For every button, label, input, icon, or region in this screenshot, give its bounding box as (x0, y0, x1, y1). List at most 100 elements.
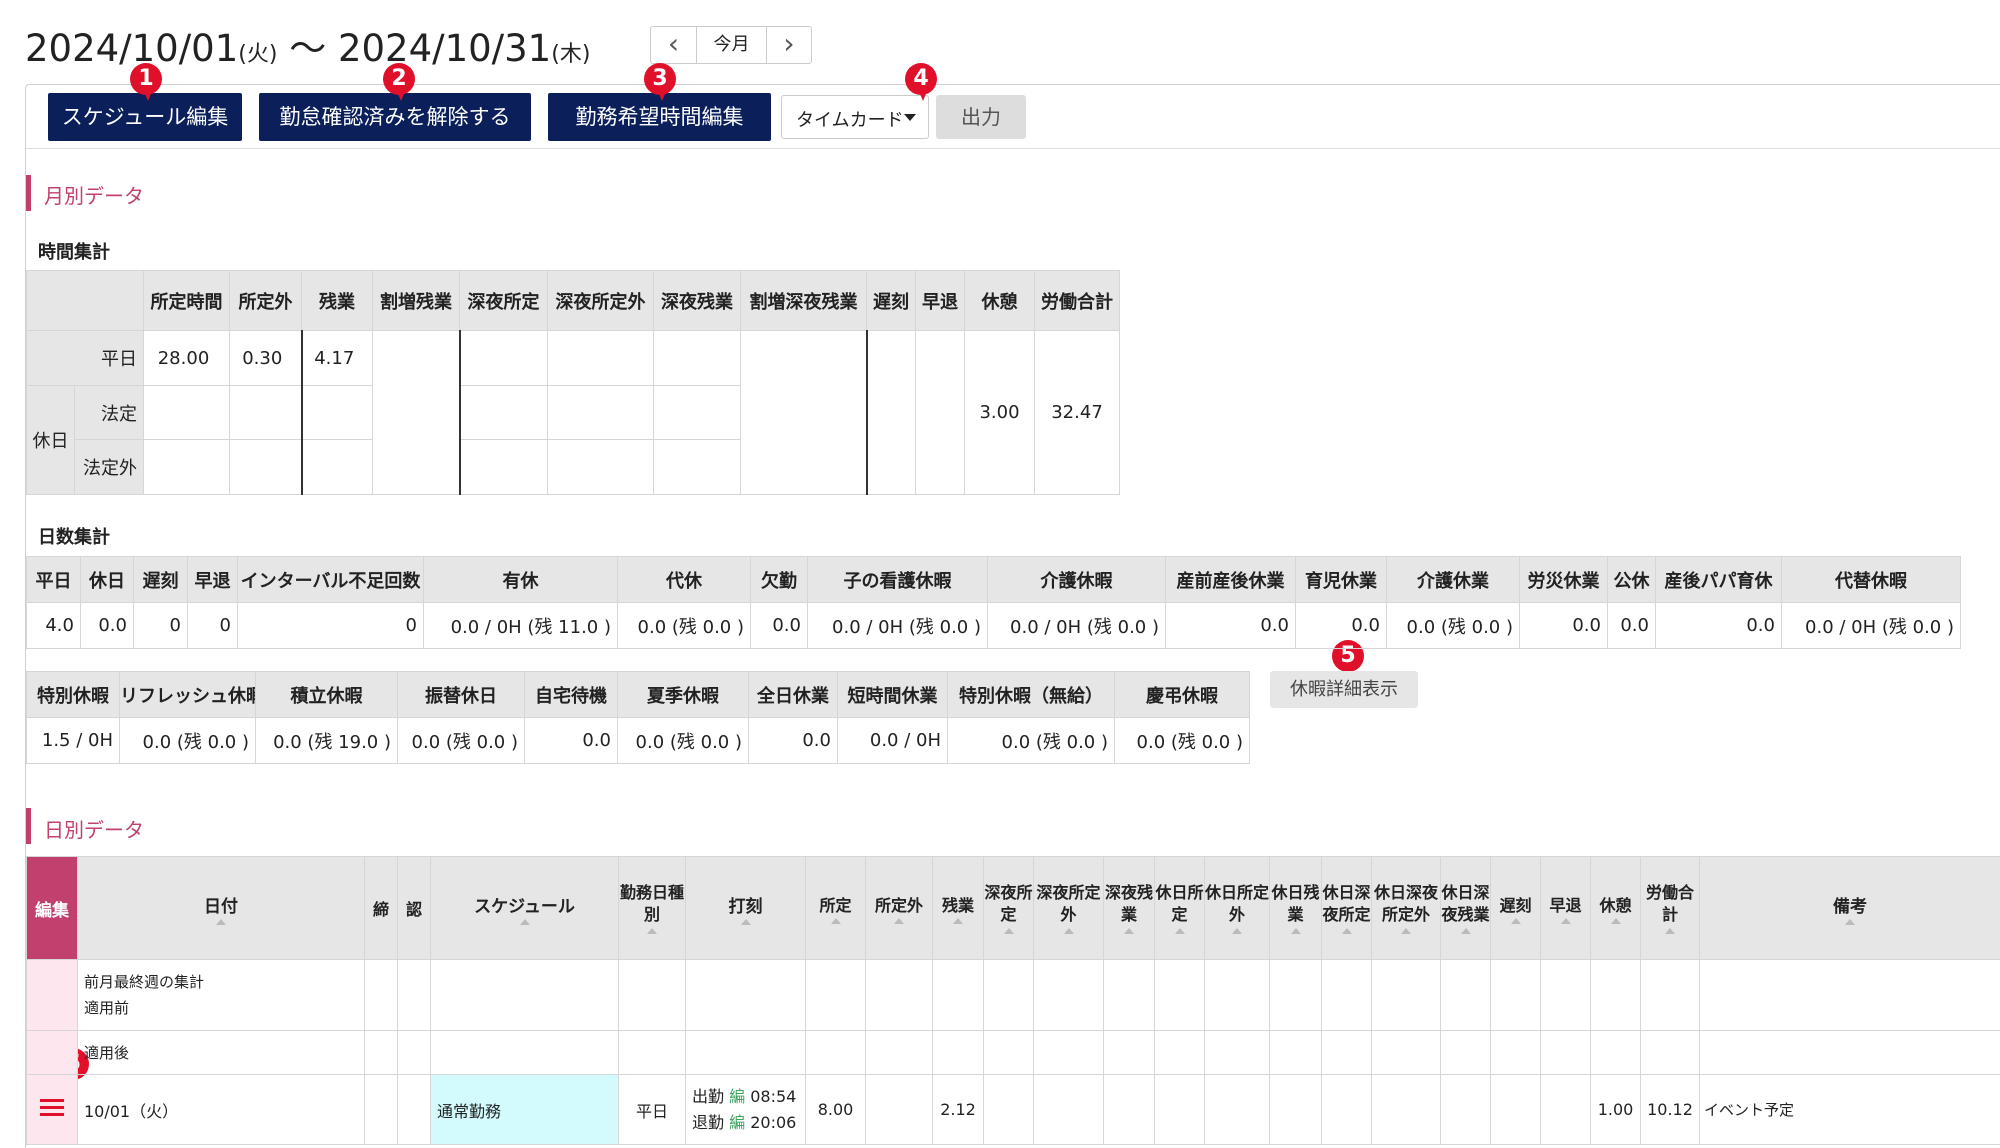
days-summary-table-2: 特別休暇 リフレッシュ休暇 積立休暇 振替休日 自宅待機 夏季休暇 全日休業 短… (26, 671, 1250, 764)
empty-cell (1640, 1030, 1700, 1075)
empty-cell (805, 1030, 866, 1075)
next-month-button[interactable]: › (767, 27, 811, 63)
days-header-sanzen: 産前産後休業 (1165, 556, 1296, 603)
toolbar-divider (26, 148, 2000, 149)
monthly-section-bar (26, 175, 31, 211)
daily-header-shotei[interactable]: 所定 (805, 856, 866, 960)
days-value-kango: 0.0 / 0H (残 0.0 ) (807, 602, 988, 649)
daily-header-kyujitsu-shinya-shotei[interactable]: 休日深夜所定 (1321, 856, 1372, 960)
days-value-soutai: 0 (187, 602, 238, 649)
empty-cell (1321, 959, 1372, 1031)
sort-icon (620, 928, 685, 934)
sort-icon (687, 919, 805, 925)
empty-cell (1269, 959, 1322, 1031)
sort-icon (1492, 918, 1540, 924)
empty-cell (1371, 1074, 1441, 1145)
release-confirmation-button[interactable]: 勤怠確認済みを解除する (259, 93, 531, 141)
days-header-ikuji: 育児休業 (1295, 556, 1387, 603)
daily-header-kyukei[interactable]: 休憩 (1590, 856, 1641, 960)
row-schedule[interactable]: 通常勤務 (430, 1074, 619, 1145)
callout-badge-4: 4 (905, 63, 937, 101)
daily-header-shinya-shoteigai-label: 深夜所定外 (1036, 883, 1101, 924)
daily-header-kyujitsu-zangyo[interactable]: 休日残業 (1269, 856, 1322, 960)
daily-header-shinya-shotei[interactable]: 深夜所定 (983, 856, 1034, 960)
time-header-shinya-shoteigai: 深夜所定外 (547, 270, 654, 331)
empty-cell (1154, 959, 1205, 1031)
days-value-weekday: 4.0 (26, 602, 81, 649)
current-month-button[interactable]: 今月 (697, 27, 767, 63)
legal-shoteigai (229, 385, 303, 440)
empty-cell (364, 959, 398, 1031)
daily-header-shoteigai[interactable]: 所定外 (865, 856, 933, 960)
empty-cell (1440, 959, 1491, 1031)
days-header-kaigo-kyuka: 介護休暇 (987, 556, 1166, 603)
days-value-kaigo-kyuka: 0.0 / 0H (残 0.0 ) (987, 602, 1166, 649)
weekday-shoteigai: 0.30 (229, 330, 303, 386)
empty-cell (1103, 1074, 1155, 1145)
empty-cell (1154, 1074, 1205, 1145)
daily-header-total[interactable]: 労働合計 (1640, 856, 1700, 960)
days2-value-zenjitsu: 0.0 (748, 717, 838, 764)
weekday-shinya-shotei (459, 330, 548, 386)
daily-header-kyujitsu-shoteigai[interactable]: 休日所定外 (1204, 856, 1270, 960)
days2-value-tokubetsu: 1.5 / 0H (26, 717, 120, 764)
leave-detail-button[interactable]: 休暇詳細表示 (1270, 671, 1418, 708)
daily-header-kyujitsu-shinya-zangyo-label: 休日深夜残業 (1441, 883, 1490, 924)
empty-cell (1490, 959, 1541, 1031)
row-menu-cell[interactable] (26, 1074, 78, 1145)
daily-header-kyujitsu-shinya-zangyo[interactable]: 休日深夜残業 (1440, 856, 1491, 960)
empty-cell (364, 1030, 398, 1075)
daily-header-stamp[interactable]: 打刻 (685, 856, 806, 960)
row-date: 10/01（火） (77, 1074, 365, 1145)
empty-cell (1321, 1030, 1372, 1075)
stamp-out-mark: 編 (729, 1112, 746, 1132)
row-label-weekday: 平日 (26, 330, 144, 386)
daily-header-schedule[interactable]: スケジュール (430, 856, 619, 960)
empty-cell (1204, 1074, 1270, 1145)
days2-header-refresh: リフレッシュ休暇 (119, 671, 256, 718)
days-value-yukyu: 0.0 / 0H (残 11.0 ) (423, 602, 618, 649)
output-type-select-value: タイムカード (796, 110, 904, 131)
daily-header-soutai[interactable]: 早退 (1540, 856, 1591, 960)
period-start-dow: (火) (238, 42, 278, 67)
empty-cell (932, 1030, 984, 1075)
output-button[interactable]: 出力 (936, 95, 1026, 139)
daily-header-zangyo[interactable]: 残業 (932, 856, 984, 960)
empty-cell (1154, 1030, 1205, 1075)
days-value-ikuji: 0.0 (1295, 602, 1387, 649)
time-header-chikoku: 遅刻 (866, 270, 916, 331)
prev-month-button[interactable]: ‹ (651, 27, 697, 63)
daily-header-shinya-shoteigai[interactable]: 深夜所定外 (1033, 856, 1104, 960)
row-approve (397, 1074, 431, 1145)
daily-header-daytype[interactable]: 勤務日種別 (618, 856, 686, 960)
hamburger-menu-icon[interactable] (40, 1095, 64, 1120)
daily-header-kyujitsu-shotei[interactable]: 休日所定 (1154, 856, 1205, 960)
daily-header-schedule-label: スケジュール (474, 896, 575, 917)
daily-section-bar (26, 808, 31, 844)
empty-cell (1540, 1074, 1591, 1145)
daily-header-chikoku[interactable]: 遅刻 (1490, 856, 1541, 960)
empty-cell (1033, 959, 1104, 1031)
row-stamp: 出勤 編 08:54 退勤 編 20:06 (685, 1074, 806, 1145)
days2-header-zenjitsu: 全日休業 (748, 671, 838, 718)
days2-value-tanjikan: 0.0 / 0H (837, 717, 948, 764)
empty-cell (1103, 959, 1155, 1031)
daily-header-kyujitsu-shoteigai-label: 休日所定外 (1205, 883, 1270, 924)
sort-icon (867, 918, 932, 924)
days2-header-tanjikan: 短時間休業 (837, 671, 948, 718)
daily-header-close: 締 (364, 856, 398, 960)
daily-header-note[interactable]: 備考 (1699, 856, 2000, 960)
daily-section-title: 日別データ (44, 818, 144, 842)
daily-header-kyujitsu-shinya-shoteigai[interactable]: 休日深夜所定外 (1371, 856, 1441, 960)
daily-header-date[interactable]: 日付 (77, 856, 365, 960)
daily-header-chikoku-label: 遅刻 (1499, 896, 1532, 915)
output-type-select[interactable]: タイムカード (781, 95, 929, 139)
daily-header-shinya-zangyo[interactable]: 深夜残業 (1103, 856, 1155, 960)
period-end-dow: (木) (551, 42, 591, 67)
callout-badge-3: 3 (644, 63, 676, 101)
sort-icon (1373, 928, 1440, 934)
row-daytype: 平日 (618, 1074, 686, 1145)
empty-cell (1269, 1030, 1322, 1075)
empty-cell (685, 1030, 806, 1075)
nonlegal-shinya-shoteigai (547, 439, 654, 495)
